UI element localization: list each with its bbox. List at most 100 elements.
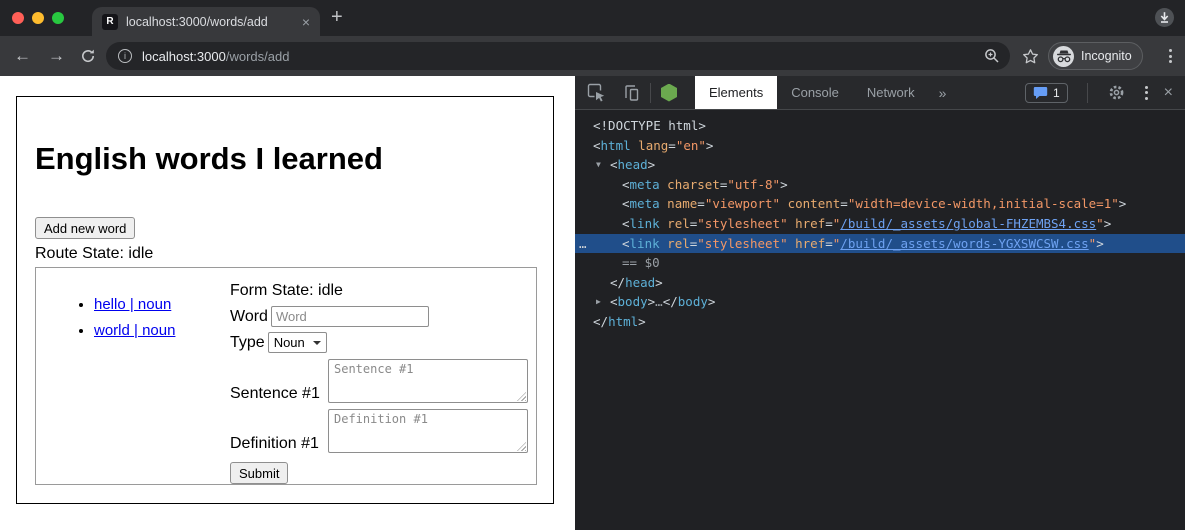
browser-menu-icon[interactable]: [1169, 49, 1172, 63]
extension-hexagon-icon[interactable]: [661, 84, 677, 102]
back-button[interactable]: ←: [14, 45, 31, 67]
page-info-icon[interactable]: i: [118, 49, 132, 63]
traffic-light-close[interactable]: [12, 12, 24, 24]
add-new-word-button[interactable]: Add new word: [35, 217, 135, 239]
code-token: /build/_assets/words-YGXSWCSW.css: [840, 236, 1088, 251]
definition-row: Definition #1: [230, 409, 535, 453]
code-token: <: [622, 236, 630, 251]
devtools-toolbar-right: 1 ×: [1025, 83, 1185, 103]
issues-counter[interactable]: 1: [1025, 83, 1068, 103]
forward-button[interactable]: →: [48, 45, 65, 67]
settings-gear-icon[interactable]: [1108, 84, 1125, 101]
tab-console[interactable]: Console: [777, 76, 853, 109]
devtools-code-line[interactable]: <link rel="stylesheet" href="/build/_ass…: [575, 214, 1185, 234]
code-token: =: [668, 138, 676, 153]
bookmark-star-icon[interactable]: [1022, 48, 1039, 65]
code-token: …: [655, 294, 663, 309]
word-input[interactable]: [271, 306, 429, 327]
type-label: Type: [230, 334, 265, 352]
code-token: html: [608, 314, 638, 329]
issues-count: 1: [1053, 86, 1060, 100]
url-path: /words/add: [226, 49, 290, 64]
code-token: lang: [631, 138, 669, 153]
code-token: meta: [630, 177, 660, 192]
expand-arrow-icon[interactable]: ▶: [596, 292, 601, 312]
incognito-icon: [1053, 46, 1074, 67]
browser-window: R localhost:3000/words/add × + ← → i loc…: [0, 0, 1185, 530]
code-token: href: [788, 216, 826, 231]
devtools-code-line[interactable]: </html>: [575, 312, 1185, 332]
sentence-textarea[interactable]: [328, 359, 528, 403]
devtools-toolbar: Elements Console Network » 1: [575, 76, 1185, 110]
add-word-form: Form State: idle Word Type Noun: [230, 280, 535, 484]
page-title: English words I learned: [35, 141, 535, 177]
devtools-code-line[interactable]: ▼<head>: [575, 155, 1185, 175]
gutter-dots-icon[interactable]: …: [579, 234, 587, 254]
sentence-row: Sentence #1: [230, 359, 535, 403]
devtools-code-line[interactable]: <meta name="viewport" content="width=dev…: [575, 194, 1185, 214]
route-state-text: Route State: idle: [35, 245, 535, 263]
code-token: =: [697, 196, 705, 211]
word-link[interactable]: world | noun: [94, 322, 175, 339]
code-token: =: [825, 236, 833, 251]
code-token: body: [618, 294, 648, 309]
zoom-icon[interactable]: [984, 48, 1000, 64]
devtools-code-line[interactable]: <html lang="en">: [575, 136, 1185, 156]
words-panel: hello | noun world | noun Form State: idl…: [35, 267, 537, 485]
devtools-panel: Elements Console Network » 1: [575, 76, 1185, 530]
devtools-close-icon[interactable]: ×: [1164, 85, 1173, 101]
code-token: >: [638, 314, 646, 329]
code-token: </: [593, 314, 608, 329]
tab-title: localhost:3000/words/add: [126, 15, 296, 29]
tab-close-icon[interactable]: ×: [302, 15, 310, 29]
definition-label: Definition #1: [230, 435, 328, 453]
new-tab-button[interactable]: +: [331, 6, 343, 29]
word-label: Word: [230, 308, 268, 326]
devtools-code-line[interactable]: …<link rel="stylesheet" href="/build/_as…: [575, 234, 1185, 254]
inspect-element-icon[interactable]: [587, 83, 606, 102]
devtools-code-line[interactable]: <meta charset="utf-8">: [575, 175, 1185, 195]
incognito-label: Incognito: [1081, 49, 1132, 63]
devtools-code-line[interactable]: <!DOCTYPE html>: [575, 116, 1185, 136]
devtools-code-line[interactable]: </head>: [575, 273, 1185, 293]
code-token: link: [630, 236, 660, 251]
devtools-code-line[interactable]: == $0: [575, 253, 1185, 273]
browser-tab[interactable]: R localhost:3000/words/add ×: [92, 7, 320, 36]
reload-button[interactable]: [80, 48, 96, 69]
url-host: localhost:3000: [142, 49, 226, 64]
devtools-menu-icon[interactable]: [1145, 86, 1148, 100]
definition-textarea[interactable]: [328, 409, 528, 453]
type-select[interactable]: Noun: [268, 332, 327, 353]
content-area: English words I learned Add new word Rou…: [0, 76, 1185, 530]
code-token: name: [660, 196, 698, 211]
code-token: <: [610, 294, 618, 309]
download-indicator-icon[interactable]: [1154, 7, 1175, 33]
favicon-icon: R: [102, 14, 118, 30]
tab-network[interactable]: Network: [853, 76, 929, 109]
code-token: "stylesheet": [697, 236, 787, 251]
code-token: ": [1096, 216, 1104, 231]
url-field[interactable]: i localhost:3000/words/add: [106, 42, 1010, 70]
code-token: <: [622, 196, 630, 211]
code-token: </: [663, 294, 678, 309]
word-list-item: hello | noun: [94, 296, 175, 313]
devtools-code-line[interactable]: ▶<body>…</body>: [575, 292, 1185, 312]
collapse-arrow-icon[interactable]: ▼: [596, 155, 601, 175]
traffic-light-zoom[interactable]: [52, 12, 64, 24]
devtools-tabs: Elements Console Network »: [695, 76, 956, 109]
tab-elements[interactable]: Elements: [695, 76, 777, 109]
code-token: charset: [660, 177, 720, 192]
code-token: >: [780, 177, 788, 192]
toolbar-separator: [650, 83, 651, 103]
traffic-light-minimize[interactable]: [32, 12, 44, 24]
word-link[interactable]: hello | noun: [94, 296, 171, 313]
type-row: Type Noun: [230, 332, 535, 353]
code-token: "en": [676, 138, 706, 153]
more-tabs-icon[interactable]: »: [929, 85, 957, 101]
code-token: body: [678, 294, 708, 309]
code-token: >: [648, 157, 656, 172]
device-toolbar-icon[interactable]: [622, 84, 640, 102]
code-token: >: [1119, 196, 1127, 211]
address-bar: ← → i localhost:3000/words/add: [0, 36, 1185, 76]
submit-button[interactable]: Submit: [230, 462, 288, 484]
